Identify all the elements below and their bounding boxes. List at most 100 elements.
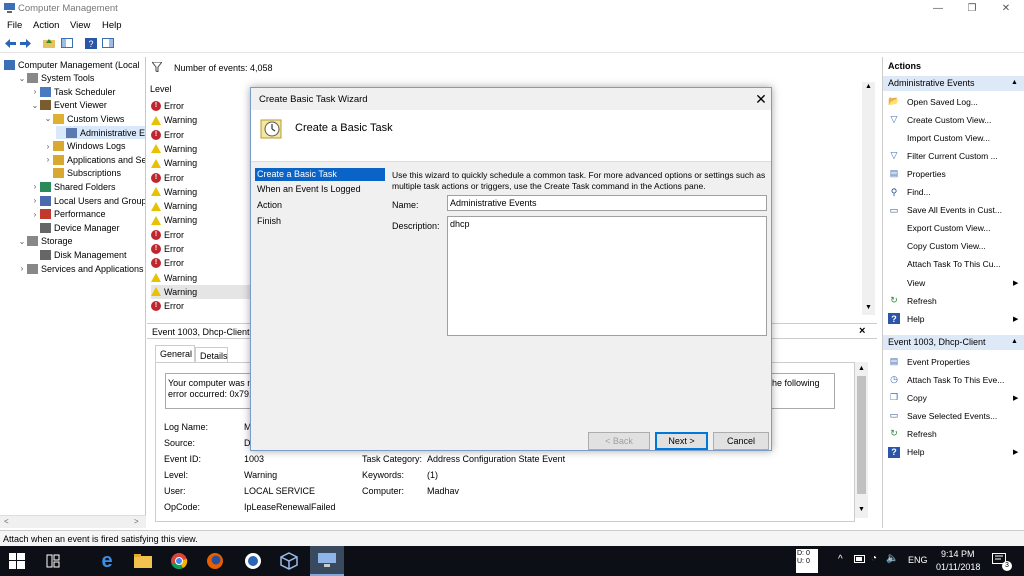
- action-item[interactable]: ◷ Attach Task To This Eve...: [888, 371, 1004, 388]
- language-indicator[interactable]: ENG: [908, 555, 928, 565]
- task-view-icon[interactable]: [42, 550, 64, 572]
- tree-item[interactable]: Administrative E: [56, 126, 145, 139]
- chevron-down-icon[interactable]: ⌄: [17, 237, 27, 246]
- tree-item[interactable]: › Shared Folders: [30, 180, 116, 193]
- action-item[interactable]: ▽ Filter Current Custom ...: [888, 147, 998, 164]
- action-item[interactable]: Attach Task To This Cu...: [888, 256, 1001, 273]
- tree-item[interactable]: › Local Users and Groups: [30, 194, 145, 207]
- action-item[interactable]: ▭ Save All Events in Cust...: [888, 202, 1002, 219]
- tree-item[interactable]: ⌄ System Tools: [17, 72, 94, 85]
- tab-details[interactable]: Details: [195, 347, 228, 362]
- tree-item[interactable]: Device Manager: [30, 221, 120, 234]
- table-row[interactable]: Warning: [151, 156, 197, 170]
- action-item[interactable]: Export Custom View...: [888, 220, 990, 237]
- actions-header[interactable]: Actions: [883, 59, 1024, 74]
- cancel-button[interactable]: Cancel: [713, 432, 769, 450]
- chevron-right-icon[interactable]: ›: [30, 87, 40, 96]
- up-folder-icon[interactable]: [42, 36, 56, 50]
- chevron-down-icon[interactable]: ⌄: [43, 114, 53, 123]
- close-button[interactable]: ✕: [989, 0, 1023, 17]
- menu-file[interactable]: File: [7, 20, 22, 31]
- table-row[interactable]: ! Error: [151, 171, 184, 185]
- forward-arrow-icon[interactable]: [19, 36, 31, 50]
- action-item[interactable]: 📂 Open Saved Log...: [888, 93, 978, 110]
- chevron-right-icon[interactable]: ›: [30, 196, 40, 205]
- step-when-event-logged[interactable]: When an Event Is Logged: [255, 183, 385, 196]
- tree-item[interactable]: ⌄ Custom Views: [43, 112, 124, 125]
- event-list-scrollbar[interactable]: ▲ ▼: [862, 82, 875, 315]
- table-row[interactable]: ! Error: [151, 242, 184, 256]
- action-item[interactable]: ↻ Refresh: [888, 425, 937, 442]
- action-item[interactable]: View ▶: [888, 274, 1018, 291]
- tree-item[interactable]: › Task Scheduler: [30, 85, 116, 98]
- dialog-close-icon[interactable]: ✕: [751, 89, 771, 109]
- step-action[interactable]: Action: [255, 199, 385, 212]
- action-item[interactable]: ▤ Event Properties: [888, 353, 970, 370]
- menu-view[interactable]: View: [70, 20, 90, 31]
- maximize-button[interactable]: ❐: [955, 0, 989, 17]
- action-item[interactable]: Copy Custom View...: [888, 238, 986, 255]
- chevron-down-icon[interactable]: ⌄: [30, 101, 40, 110]
- menu-help[interactable]: Help: [102, 20, 122, 31]
- step-finish[interactable]: Finish: [255, 215, 385, 228]
- chevron-right-icon[interactable]: ›: [43, 142, 53, 151]
- file-explorer-icon[interactable]: [132, 550, 154, 572]
- tree-item[interactable]: › Applications and Se: [43, 153, 145, 166]
- tree-horizontal-scrollbar[interactable]: < >: [0, 515, 146, 528]
- table-row[interactable]: Warning: [151, 199, 197, 213]
- action-item[interactable]: ▤ Properties: [888, 165, 946, 182]
- table-row[interactable]: Warning: [151, 113, 197, 127]
- computer-management-taskbar-icon[interactable]: [310, 546, 344, 576]
- menu-action[interactable]: Action: [33, 20, 59, 31]
- next-button[interactable]: Next >: [655, 432, 708, 450]
- tree-item[interactable]: › Performance: [30, 208, 106, 221]
- windows-start-icon[interactable]: [6, 550, 28, 572]
- vpn-app-icon[interactable]: [242, 550, 264, 572]
- tree-item[interactable]: › Windows Logs: [43, 140, 126, 153]
- step-create-basic-task[interactable]: Create a Basic Task: [255, 168, 385, 181]
- tab-general[interactable]: General: [155, 345, 195, 362]
- edge-browser-icon[interactable]: e: [96, 550, 118, 572]
- wifi-icon[interactable]: ◔: [871, 553, 877, 564]
- table-row[interactable]: Warning: [151, 213, 197, 227]
- action-item[interactable]: ↻ Refresh: [888, 292, 937, 309]
- show-hide-tree-icon[interactable]: [60, 36, 74, 50]
- action-item[interactable]: Import Custom View...: [888, 129, 990, 146]
- chevron-up-icon[interactable]: ^: [838, 554, 843, 565]
- table-row[interactable]: Warning: [151, 142, 197, 156]
- tree-item[interactable]: Disk Management: [30, 248, 127, 261]
- collapse-icon[interactable]: ▲: [1011, 79, 1018, 86]
- actions-section-administrative-events[interactable]: Administrative Events ▲: [883, 76, 1024, 91]
- speaker-icon[interactable]: 🔈: [886, 553, 898, 564]
- action-item[interactable]: ? Help ▶: [888, 310, 1018, 327]
- show-action-pane-icon[interactable]: [101, 36, 115, 50]
- action-item[interactable]: ? Help ▶: [888, 444, 1018, 461]
- table-row[interactable]: ! Error: [151, 256, 184, 270]
- chevron-down-icon[interactable]: ⌄: [17, 74, 27, 83]
- collapse-icon[interactable]: ▲: [1011, 338, 1018, 345]
- actions-section-event[interactable]: Event 1003, Dhcp-Client ▲: [883, 335, 1024, 350]
- firefox-icon[interactable]: [204, 550, 226, 572]
- chevron-right-icon[interactable]: ›: [30, 182, 40, 191]
- tree-item[interactable]: Subscriptions: [43, 167, 121, 180]
- battery-icon[interactable]: [854, 555, 866, 565]
- table-row[interactable]: Warning: [151, 271, 197, 285]
- table-row[interactable]: Warning: [151, 185, 197, 199]
- action-item[interactable]: ⚲ Find...: [888, 184, 931, 201]
- help-icon[interactable]: ?: [84, 36, 98, 50]
- tree-item[interactable]: › Services and Applications: [17, 262, 144, 275]
- detail-scrollbar[interactable]: ▲ ▼: [855, 362, 868, 518]
- virtualbox-icon[interactable]: [278, 550, 300, 572]
- table-row[interactable]: ! Error: [151, 99, 184, 113]
- table-row[interactable]: ! Error: [151, 299, 184, 313]
- back-arrow-icon[interactable]: [4, 36, 16, 50]
- chevron-right-icon[interactable]: ›: [17, 264, 27, 273]
- table-row[interactable]: Warning: [151, 284, 251, 299]
- back-button[interactable]: < Back: [588, 432, 650, 450]
- tree-item[interactable]: ⌄ Event Viewer: [30, 99, 107, 112]
- table-row[interactable]: ! Error: [151, 228, 184, 242]
- clock-time[interactable]: 9:14 PM: [941, 549, 975, 559]
- action-item[interactable]: ▽ Create Custom View...: [888, 111, 992, 128]
- close-detail-icon[interactable]: ×: [859, 325, 865, 337]
- tree-item[interactable]: ⌄ Storage: [17, 235, 73, 248]
